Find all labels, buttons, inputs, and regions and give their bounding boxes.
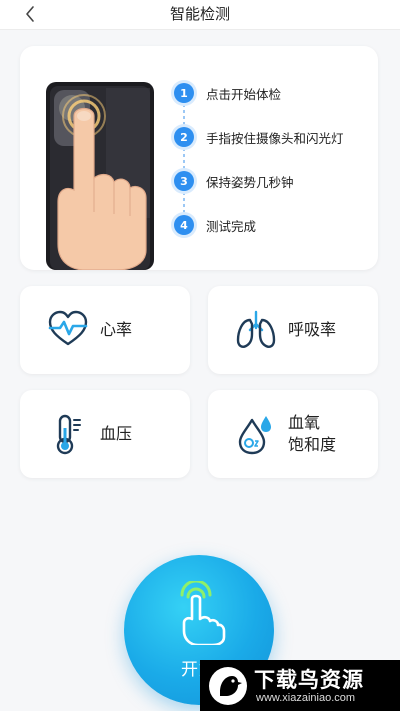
step-1: 1 点击开始体检: [174, 82, 374, 104]
tile-blood-oxygen[interactable]: 血氧 饱和度: [208, 390, 378, 478]
lungs-icon: [236, 310, 276, 348]
bird-logo-icon: [209, 667, 247, 705]
step-2: 2 手指按住摄像头和闪光灯: [174, 126, 374, 148]
step-number: 2: [174, 127, 194, 147]
tile-label-line1: 血氧: [288, 413, 321, 432]
watermark-url: www.xiazainiao.com: [256, 692, 356, 704]
step-number: 1: [174, 83, 194, 103]
tile-label-line2: 饱和度: [288, 435, 337, 454]
tile-label: 血压: [100, 424, 133, 443]
phone-finger-illustration: [46, 82, 154, 270]
step-number: 3: [174, 171, 194, 191]
step-text: 测试完成: [206, 218, 257, 234]
step-text: 点击开始体检: [206, 86, 282, 102]
step-connector: [183, 192, 185, 214]
page-title: 智能检测: [169, 5, 230, 23]
watermark-title: 下载鸟资源: [254, 668, 364, 692]
oxygen-drop-icon: [238, 416, 271, 455]
watermark-banner: 下载鸟资源 www.xiazainiao.com: [200, 660, 400, 711]
heart-rate-icon: [48, 310, 88, 346]
tile-heart-rate[interactable]: 心率: [20, 286, 190, 374]
top-bar: 智能检测: [0, 0, 400, 30]
tile-label: 血氧 饱和度: [288, 390, 336, 478]
step-text: 保持姿势几秒钟: [206, 174, 294, 190]
step-number: 4: [174, 215, 194, 235]
thermometer-icon: [56, 414, 81, 455]
step-connector: [183, 148, 185, 170]
step-connector: [183, 104, 185, 126]
tile-respiration-rate[interactable]: 呼吸率: [208, 286, 378, 374]
tile-label: 呼吸率: [288, 320, 337, 339]
tile-blood-pressure[interactable]: 血压: [20, 390, 190, 478]
step-text: 手指按住摄像头和闪光灯: [206, 130, 344, 146]
step-4: 4 测试完成: [174, 214, 374, 236]
steps-list: 1 点击开始体检 2 手指按住摄像头和闪光灯 3 保持姿势几秒钟 4 测试完成: [174, 82, 374, 235]
step-3: 3 保持姿势几秒钟: [174, 170, 374, 192]
instruction-card: 1 点击开始体检 2 手指按住摄像头和闪光灯 3 保持姿势几秒钟 4 测试完成: [20, 46, 378, 270]
tile-label: 心率: [100, 320, 133, 339]
finger-tap-icon: [180, 581, 226, 645]
